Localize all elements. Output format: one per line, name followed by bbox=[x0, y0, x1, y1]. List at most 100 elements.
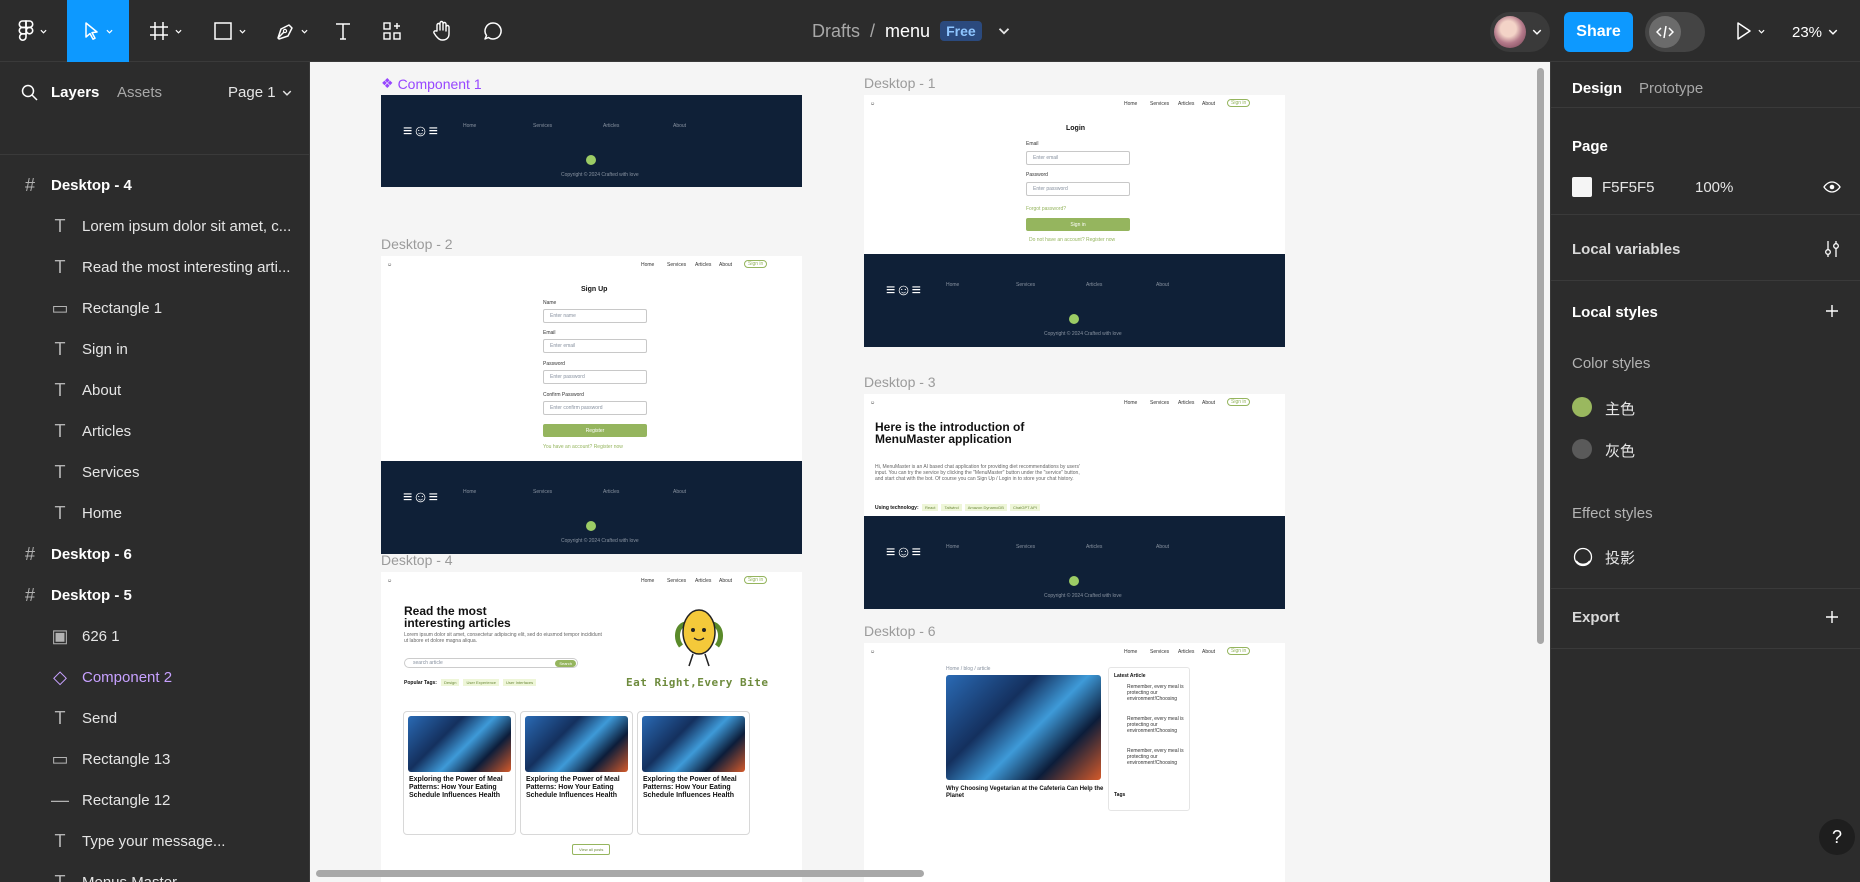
code-icon bbox=[1656, 25, 1674, 39]
layer-label: Rectangle 13 bbox=[82, 751, 171, 768]
frame-desktop-4[interactable]: Read the most interesting articles Lorem… bbox=[381, 572, 802, 882]
layer-row[interactable]: ▭ Rectangle 13 bbox=[0, 739, 310, 780]
frame-icon bbox=[149, 22, 168, 40]
frame-label-desktop-4[interactable]: Desktop - 4 bbox=[381, 552, 453, 568]
tab-design[interactable]: Design bbox=[1572, 80, 1622, 97]
local-variables-title[interactable]: Local variables bbox=[1572, 241, 1680, 258]
text-tool-button[interactable] bbox=[323, 0, 363, 62]
color-style-gray[interactable]: 灰色 bbox=[1605, 440, 1635, 461]
file-name[interactable]: menu bbox=[885, 21, 930, 42]
layer-row[interactable]: # Desktop - 4 bbox=[0, 165, 310, 206]
breadcrumb-drafts[interactable]: Drafts bbox=[812, 21, 860, 42]
layer-label: Lorem ipsum dolor sit amet, c... bbox=[82, 218, 292, 235]
layer-row[interactable]: T Sign in bbox=[0, 329, 310, 370]
hand-icon bbox=[433, 20, 450, 41]
comment-tool-button[interactable] bbox=[473, 0, 513, 62]
export-title: Export bbox=[1572, 609, 1620, 626]
plan-badge[interactable]: Free bbox=[940, 21, 982, 41]
mini-nav-bar: ☺ Home Services Articles About Sign in bbox=[381, 256, 802, 274]
component-label[interactable]: ❖ Component 1 bbox=[381, 75, 482, 92]
page-color-swatch[interactable] bbox=[1572, 177, 1592, 197]
mini-nav-item: Services bbox=[1150, 649, 1170, 655]
properties-panel: Design Prototype Page F5F5F5 100% Local … bbox=[1550, 62, 1860, 882]
present-button[interactable] bbox=[1730, 0, 1770, 62]
frame-desktop-1[interactable]: Login Email Enter email Password Enter p… bbox=[864, 95, 1285, 347]
page-opacity[interactable]: 100% bbox=[1695, 179, 1733, 196]
frame-desktop-6[interactable]: Home / blog / article Why Choosing Veget… bbox=[864, 643, 1285, 882]
help-button[interactable]: ? bbox=[1819, 819, 1855, 855]
toolbar: Drafts / menu Free Share 23% bbox=[0, 0, 1860, 62]
move-tool-button[interactable] bbox=[67, 0, 129, 62]
component-layer-icon: ◇ bbox=[53, 667, 67, 687]
layer-row[interactable]: # Desktop - 5 bbox=[0, 575, 310, 616]
vertical-scrollbar[interactable] bbox=[1537, 68, 1544, 644]
frame-desktop-3[interactable]: Here is the introduction of MenuMaster a… bbox=[864, 394, 1285, 609]
heart-icon bbox=[586, 521, 596, 531]
layer-row[interactable]: T About bbox=[0, 370, 310, 411]
color-style-primary[interactable]: 主色 bbox=[1605, 398, 1635, 419]
dev-mode-toggle[interactable] bbox=[1645, 12, 1705, 52]
frame-label-desktop-2[interactable]: Desktop - 2 bbox=[381, 236, 453, 252]
chevron-down-icon[interactable] bbox=[998, 25, 1010, 37]
frame-tool-button[interactable] bbox=[140, 0, 190, 62]
page-selector[interactable]: Page 1 bbox=[228, 84, 292, 101]
resources-tool-button[interactable] bbox=[372, 0, 412, 62]
layer-row[interactable]: T Send bbox=[0, 698, 310, 739]
horizontal-scrollbar[interactable] bbox=[316, 870, 924, 877]
canvas[interactable]: ❖ Component 1 ≡☺≡ Home Services Articles Abo… bbox=[310, 62, 1550, 882]
layer-row[interactable]: T Lorem ipsum dolor sit amet, c... bbox=[0, 206, 310, 247]
text-layer-icon: T bbox=[54, 708, 66, 728]
footer-copyright: Copyright © 2024 Crafted with love bbox=[561, 538, 639, 544]
layer-label: Read the most interesting arti... bbox=[82, 259, 291, 276]
tab-layers[interactable]: Layers bbox=[51, 84, 99, 101]
frame-label-desktop-6[interactable]: Desktop - 6 bbox=[864, 623, 936, 639]
hand-tool-button[interactable] bbox=[422, 0, 462, 62]
component-footer-frame[interactable]: ≡☺≡ Home Services Articles About Copyright © … bbox=[381, 95, 802, 187]
tabs-divider bbox=[1551, 107, 1860, 108]
layer-row[interactable]: # Desktop - 6 bbox=[0, 534, 310, 575]
share-button[interactable]: Share bbox=[1564, 12, 1633, 52]
frame-label-desktop-1[interactable]: Desktop - 1 bbox=[864, 75, 936, 91]
zoom-control[interactable]: 23% bbox=[1792, 22, 1838, 42]
plus-icon[interactable] bbox=[1825, 304, 1839, 318]
layer-row[interactable]: ▣ 626 1 bbox=[0, 616, 310, 657]
tab-prototype[interactable]: Prototype bbox=[1639, 80, 1703, 97]
layer-row[interactable]: T Home bbox=[0, 493, 310, 534]
plus-icon[interactable] bbox=[1825, 610, 1839, 624]
sliders-icon[interactable] bbox=[1824, 240, 1840, 258]
layer-row[interactable]: — Rectangle 12 bbox=[0, 780, 310, 821]
line-layer-icon: — bbox=[51, 790, 69, 810]
user-avatar-button[interactable] bbox=[1490, 12, 1550, 52]
tab-assets[interactable]: Assets bbox=[117, 84, 162, 101]
shape-tool-button[interactable] bbox=[204, 0, 254, 62]
help-icon: ? bbox=[1831, 826, 1842, 847]
pen-tool-button[interactable] bbox=[266, 0, 316, 62]
login-email-input: Enter email bbox=[1026, 151, 1130, 165]
page-color-hex[interactable]: F5F5F5 bbox=[1602, 179, 1655, 196]
layer-row[interactable]: T Menus Master bbox=[0, 862, 310, 882]
mini-nav-item: Sign in bbox=[1227, 647, 1251, 655]
layer-row[interactable]: ▭ Rectangle 1 bbox=[0, 288, 310, 329]
layer-row[interactable]: ◇ Component 2 bbox=[0, 657, 310, 698]
tech-tag: Amazon DynamoDB bbox=[964, 504, 1007, 511]
mini-nav-item: Articles bbox=[1178, 400, 1195, 406]
layer-row[interactable]: T Type your message... bbox=[0, 821, 310, 862]
layer-row[interactable]: T Services bbox=[0, 452, 310, 493]
main-menu-button[interactable] bbox=[8, 0, 56, 62]
footer-column-title: About bbox=[673, 489, 687, 495]
search-icon[interactable] bbox=[21, 84, 38, 101]
view-all-button: View all posts bbox=[572, 844, 611, 855]
layer-row[interactable]: T Read the most interesting arti... bbox=[0, 247, 310, 288]
mini-nav-item: Sign in bbox=[744, 260, 768, 268]
effect-style-shadow[interactable]: 投影 bbox=[1605, 547, 1635, 568]
text-layer-icon: T bbox=[54, 872, 66, 882]
mini-nav-item: About bbox=[719, 578, 733, 584]
layer-row[interactable]: T Articles bbox=[0, 411, 310, 452]
forgot-password-link: Forgot password? bbox=[1026, 206, 1067, 212]
frame-label-desktop-3[interactable]: Desktop - 3 bbox=[864, 374, 936, 390]
mini-nav-item: About bbox=[719, 262, 733, 268]
footer-column-title: About bbox=[1156, 282, 1170, 288]
eye-icon[interactable] bbox=[1823, 180, 1841, 194]
frame-desktop-2[interactable]: Sign Up Name Enter name Email Enter emai… bbox=[381, 256, 802, 554]
intro-tech-label: Using technology: bbox=[875, 505, 919, 511]
